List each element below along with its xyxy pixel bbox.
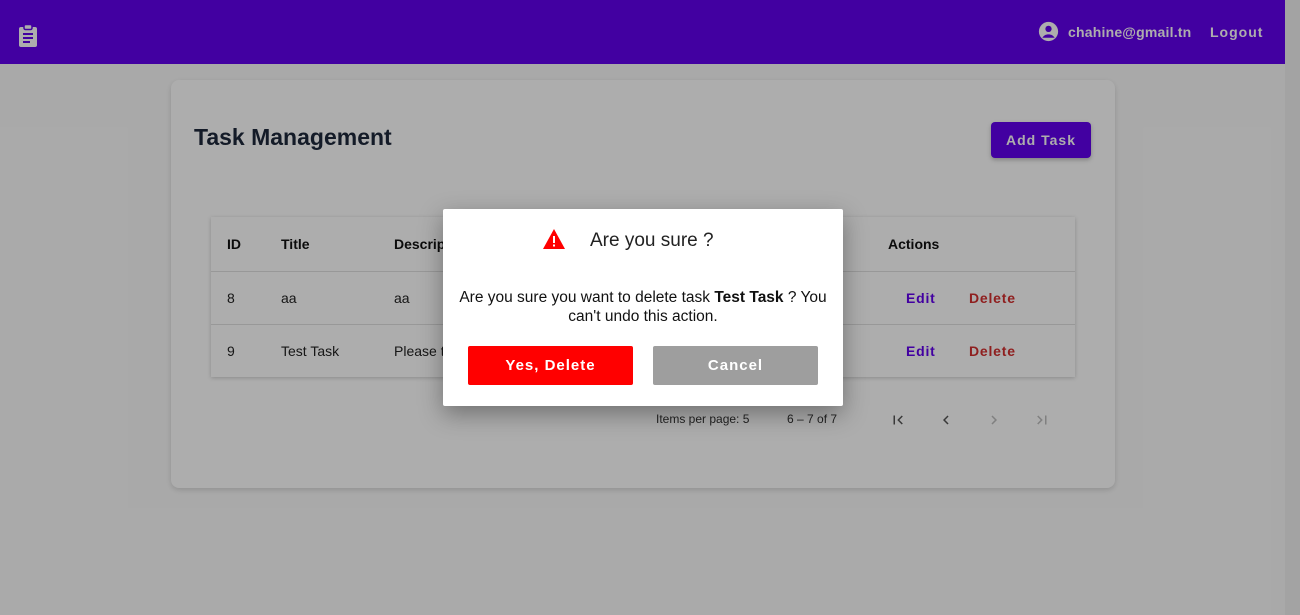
task-name: Test Task bbox=[714, 289, 784, 306]
cancel-button[interactable]: Cancel bbox=[653, 346, 818, 385]
confirm-delete-dialog: Are you sure ? Are you sure you want to … bbox=[443, 209, 843, 406]
warning-icon bbox=[543, 229, 565, 249]
dialog-title: Are you sure ? bbox=[590, 230, 714, 251]
confirm-delete-button[interactable]: Yes, Delete bbox=[468, 346, 633, 385]
dialog-message: Are you sure you want to delete task Tes… bbox=[453, 288, 833, 326]
message-prefix: Are you sure you want to delete task bbox=[459, 289, 715, 306]
